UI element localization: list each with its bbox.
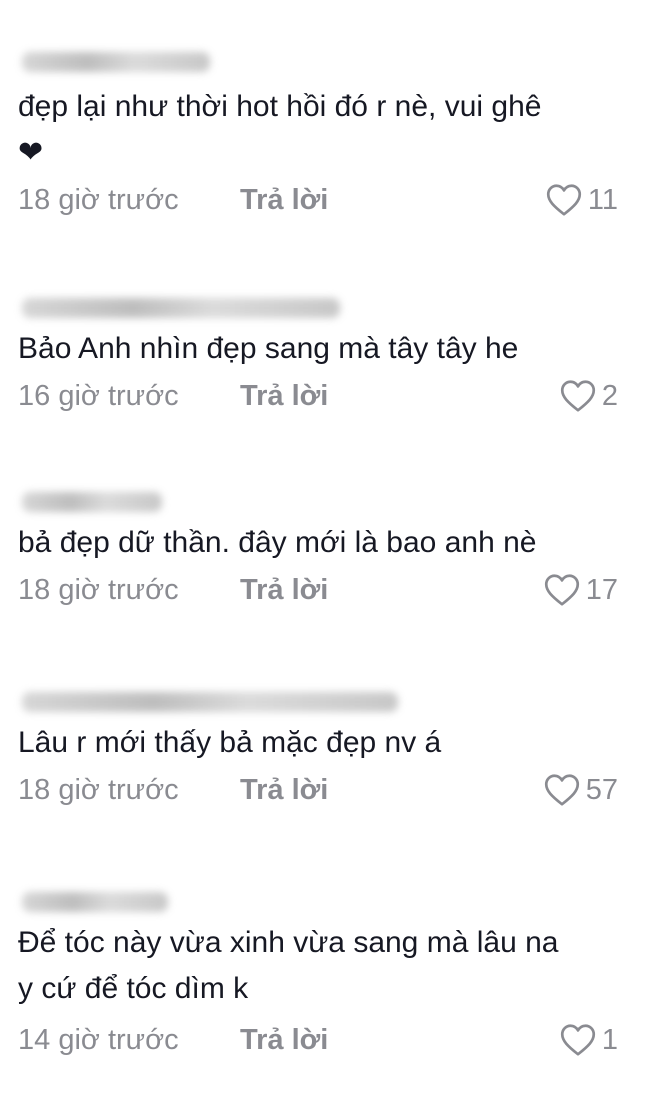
heart-outline-icon [544,574,579,606]
comment-timestamp: 18 giờ trước [18,774,179,806]
like-button[interactable]: 17 [544,568,618,612]
reply-button[interactable]: Trả lời [240,374,328,418]
comment-item: Bảo Anh nhìn đẹp sang mà tây tây he 16 g… [18,298,618,418]
like-button[interactable]: 1 [560,1018,618,1062]
comment-timestamp: 18 giờ trước [18,184,179,216]
comment-meta: 18 giờ trước Trả lời 11 [18,178,618,222]
reply-button[interactable]: Trả lời [240,1018,328,1062]
heart-outline-icon [560,1024,595,1056]
comment-text: bả đẹp dữ thần. đây mới là bao anh nè [18,526,537,559]
blurred-username[interactable] [22,892,168,912]
like-button[interactable]: 57 [544,768,618,812]
comment-text: Để tóc này vừa xinh vừa sang mà lâu na y… [18,926,559,1005]
heart-outline-icon [546,184,581,216]
comment-timestamp: 18 giờ trước [18,574,179,606]
comment-meta: 14 giờ trước Trả lời 1 [18,1018,618,1062]
like-count: 1 [601,1024,618,1056]
like-count: 17 [585,574,618,606]
comment-timestamp: 16 giờ trước [18,380,179,412]
like-button[interactable]: 11 [546,178,618,222]
comment-text: đẹp lại như thời hot hồi đó r nè, vui gh… [18,90,542,169]
heart-outline-icon [544,774,579,806]
comment-text: Bảo Anh nhìn đẹp sang mà tây tây he [18,332,519,365]
reply-button[interactable]: Trả lời [240,568,328,612]
like-count: 11 [587,184,618,216]
comment-timestamp: 14 giờ trước [18,1024,179,1056]
like-count: 57 [585,774,618,806]
reply-button[interactable]: Trả lời [240,178,328,222]
like-button[interactable]: 2 [560,374,618,418]
comment-item: Lâu r mới thấy bả mặc đẹp nv á 18 giờ tr… [18,692,618,812]
like-count: 2 [601,380,618,412]
blurred-username[interactable] [22,52,210,72]
comment-text: Lâu r mới thấy bả mặc đẹp nv á [18,726,442,759]
comment-item: đẹp lại như thời hot hồi đó r nè, vui gh… [18,52,618,222]
reply-button[interactable]: Trả lời [240,768,328,812]
blurred-username[interactable] [22,298,340,318]
comment-meta: 18 giờ trước Trả lời 17 [18,568,618,612]
heart-outline-icon [560,380,595,412]
comment-meta: 18 giờ trước Trả lời 57 [18,768,618,812]
blurred-username[interactable] [22,692,398,712]
blurred-username[interactable] [22,492,162,512]
comment-item: bả đẹp dữ thần. đây mới là bao anh nè 18… [18,492,618,612]
comment-item: Để tóc này vừa xinh vừa sang mà lâu na y… [18,892,618,1062]
comment-meta: 16 giờ trước Trả lời 2 [18,374,618,418]
